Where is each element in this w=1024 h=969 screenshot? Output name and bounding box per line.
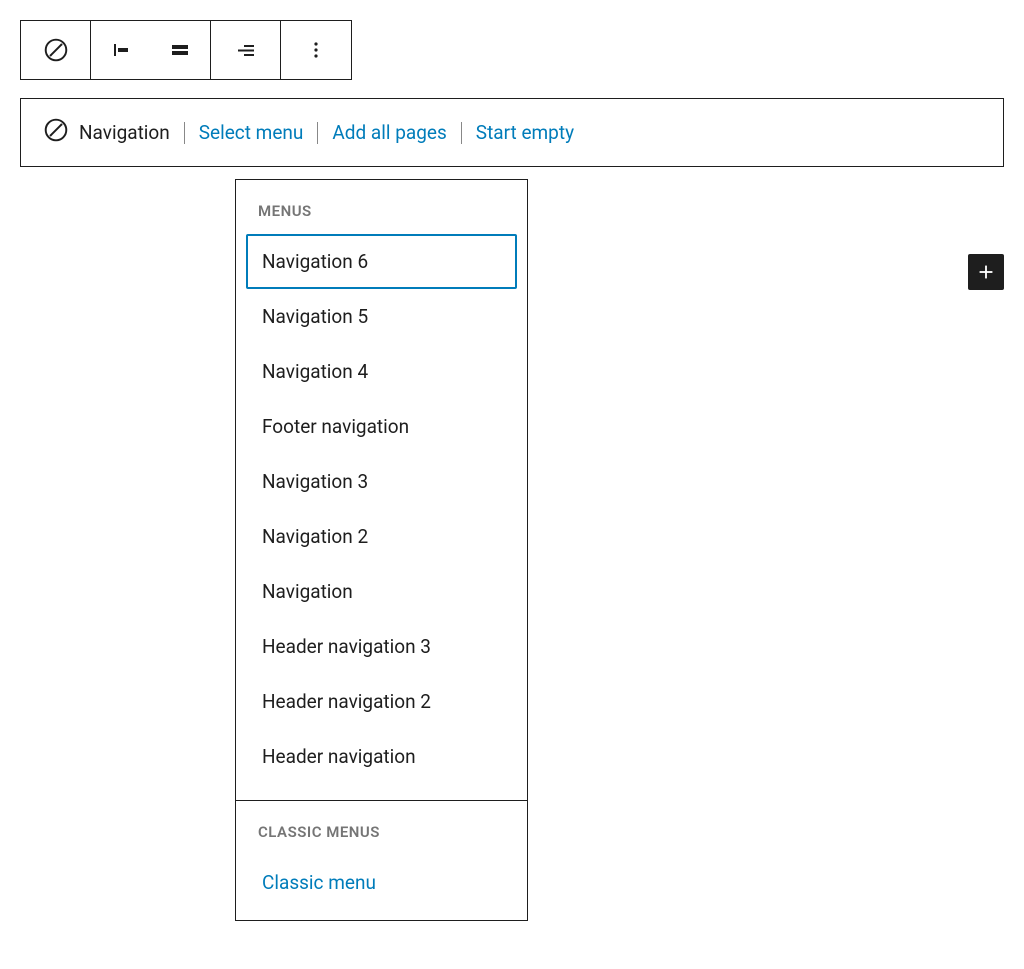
navigation-placeholder: Navigation Select menu Add all pages Sta… [20,98,1004,167]
menu-item[interactable]: Navigation 3 [246,454,517,509]
more-vertical-icon [304,38,328,62]
classic-menu-item[interactable]: Classic menu [246,855,517,910]
align-left-button[interactable] [91,21,151,79]
align-center-icon [168,38,192,62]
menu-item[interactable]: Header navigation 2 [246,674,517,729]
separator [184,122,185,144]
menus-heading: MENUS [236,196,527,234]
add-all-pages-button[interactable]: Add all pages [332,121,446,144]
menu-item[interactable]: Navigation 2 [246,509,517,564]
plus-icon [975,261,997,283]
classic-menus-heading: CLASSIC MENUS [236,817,527,855]
more-options-button[interactable] [281,21,351,79]
menu-item[interactable]: Footer navigation [246,399,517,454]
menu-item[interactable]: Header navigation 3 [246,619,517,674]
block-toolbar [20,20,352,80]
separator [317,122,318,144]
select-menu-dropdown: MENUS Navigation 6Navigation 5Navigation… [235,179,528,921]
align-center-button[interactable] [151,21,211,79]
add-block-button[interactable] [968,254,1004,290]
menu-item[interactable]: Navigation 6 [246,234,517,289]
justify-button[interactable] [211,21,280,79]
menu-item[interactable]: Header navigation [246,729,517,784]
navigation-icon [43,37,69,63]
menu-item[interactable]: Navigation [246,564,517,619]
justify-icon [234,38,258,62]
block-type-button[interactable] [21,21,90,79]
separator [461,122,462,144]
navigation-icon [43,117,69,148]
menu-item[interactable]: Navigation 5 [246,289,517,344]
select-menu-button[interactable]: Select menu [199,121,304,144]
align-left-icon [109,38,133,62]
placeholder-title: Navigation [79,121,170,144]
menu-item[interactable]: Navigation 4 [246,344,517,399]
start-empty-button[interactable]: Start empty [476,121,574,144]
